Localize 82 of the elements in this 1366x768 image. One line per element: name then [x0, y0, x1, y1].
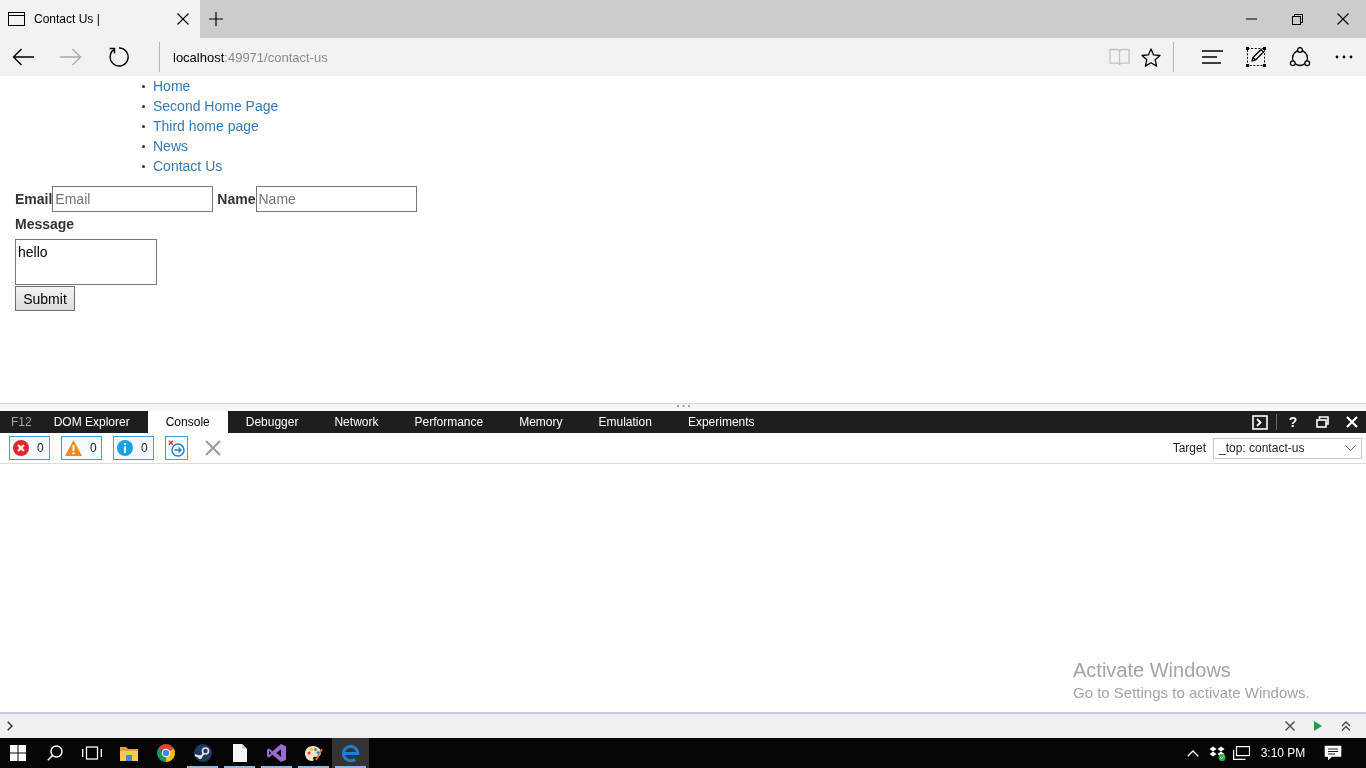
field-label: Message	[15, 215, 75, 234]
window-icon	[8, 12, 25, 26]
nav-link[interactable]: Third home page	[153, 116, 259, 136]
close-tab-button[interactable]	[175, 11, 191, 27]
text-field[interactable]: Email	[52, 186, 214, 212]
devtools-tab[interactable]: DOM Explorer	[35, 411, 148, 433]
warning-filter-button[interactable]: 0	[61, 436, 102, 460]
windows-logo-icon	[10, 745, 26, 761]
ribbon-logo-icon	[267, 744, 286, 762]
clear-on-navigate-button[interactable]	[165, 436, 188, 460]
close-icon	[1337, 13, 1349, 25]
book-icon	[1108, 48, 1130, 66]
tricolor-circle-icon	[156, 744, 175, 762]
speech-bubble-icon	[1324, 745, 1342, 761]
nav-link[interactable]: Second Home Page	[153, 96, 279, 116]
devtools-tab[interactable]: Memory	[501, 411, 581, 433]
arrow-left-icon	[12, 48, 34, 66]
diamonds-check-icon	[1208, 745, 1226, 761]
prompt-icon	[1252, 414, 1268, 430]
palette-icon	[304, 744, 323, 762]
shortcut-label: F12	[10, 414, 33, 431]
devtools-tab[interactable]: Network	[316, 411, 397, 433]
info-filter-button[interactable]: 0	[113, 436, 154, 460]
activation-notice-text: Go to Settings to activate Windows.	[1073, 683, 1310, 703]
browser-tab[interactable]: Contact Us |	[0, 0, 200, 38]
more-icon	[1335, 55, 1353, 59]
double-chevron-up-icon	[1341, 721, 1351, 731]
target-dropdown[interactable]: _top: contact-us	[1213, 437, 1362, 459]
document-icon	[232, 744, 247, 762]
target-label: Target	[1172, 441, 1206, 455]
taskbar-app-button[interactable]	[332, 738, 369, 768]
bullet-icon	[142, 144, 145, 148]
arrow-right-icon	[60, 48, 82, 66]
minimize-icon	[1245, 18, 1257, 20]
devtools-tab[interactable]: Console	[147, 411, 228, 433]
help-button[interactable]: ?	[1279, 411, 1307, 433]
star-icon	[1141, 47, 1161, 67]
clear-on-navigate-icon	[168, 439, 185, 457]
refresh-icon	[108, 46, 130, 68]
devtools-tab[interactable]: Experiments	[669, 411, 773, 433]
nav-link[interactable]: Contact Us	[153, 156, 223, 176]
folder-icon	[119, 745, 138, 761]
devtools-tab[interactable]: Debugger	[227, 411, 317, 433]
text-field[interactable]: Name	[255, 186, 417, 212]
message-field[interactable]: hello	[15, 239, 157, 285]
error-filter-button[interactable]: 0	[9, 436, 50, 460]
restore-icon	[1315, 416, 1329, 428]
devtools-tab[interactable]: Performance	[396, 411, 502, 433]
task-view-icon	[82, 746, 102, 760]
field-label: Email	[15, 190, 53, 209]
chevron-down-icon	[1345, 445, 1356, 451]
nav-link[interactable]: Home	[153, 76, 191, 96]
chevron-up-icon	[1187, 749, 1199, 757]
nav-link[interactable]: News	[153, 136, 188, 156]
e-logo-icon	[341, 744, 360, 762]
info-icon	[117, 440, 133, 456]
error-icon	[13, 440, 29, 456]
plus-icon	[209, 12, 223, 26]
activation-notice-title: Activate Windows	[1073, 658, 1232, 683]
monitor-icon	[1232, 746, 1250, 760]
warning-icon	[65, 440, 82, 456]
pen-in-frame-icon	[1246, 47, 1266, 67]
bullet-icon	[142, 104, 145, 108]
submit-button[interactable]: Submit	[15, 286, 75, 311]
clock: 3:10 PM	[1259, 745, 1307, 762]
close-icon	[1285, 721, 1295, 731]
close-icon	[1346, 416, 1358, 428]
search-icon	[47, 745, 63, 761]
lines-icon	[1201, 50, 1223, 64]
resize-handle[interactable]	[0, 403, 1366, 411]
share-icon	[1289, 47, 1311, 67]
chevron-right-icon	[7, 721, 13, 731]
bullet-icon	[142, 84, 145, 88]
bullet-icon	[142, 164, 145, 168]
close-icon	[205, 440, 221, 456]
restore-icon	[1291, 13, 1303, 25]
bullet-icon	[142, 124, 145, 128]
close-icon	[177, 13, 189, 25]
play-icon	[1314, 721, 1322, 731]
round-logo-icon	[193, 744, 212, 762]
field-label: Name	[217, 190, 256, 209]
devtools-tab[interactable]: Emulation	[580, 411, 670, 433]
